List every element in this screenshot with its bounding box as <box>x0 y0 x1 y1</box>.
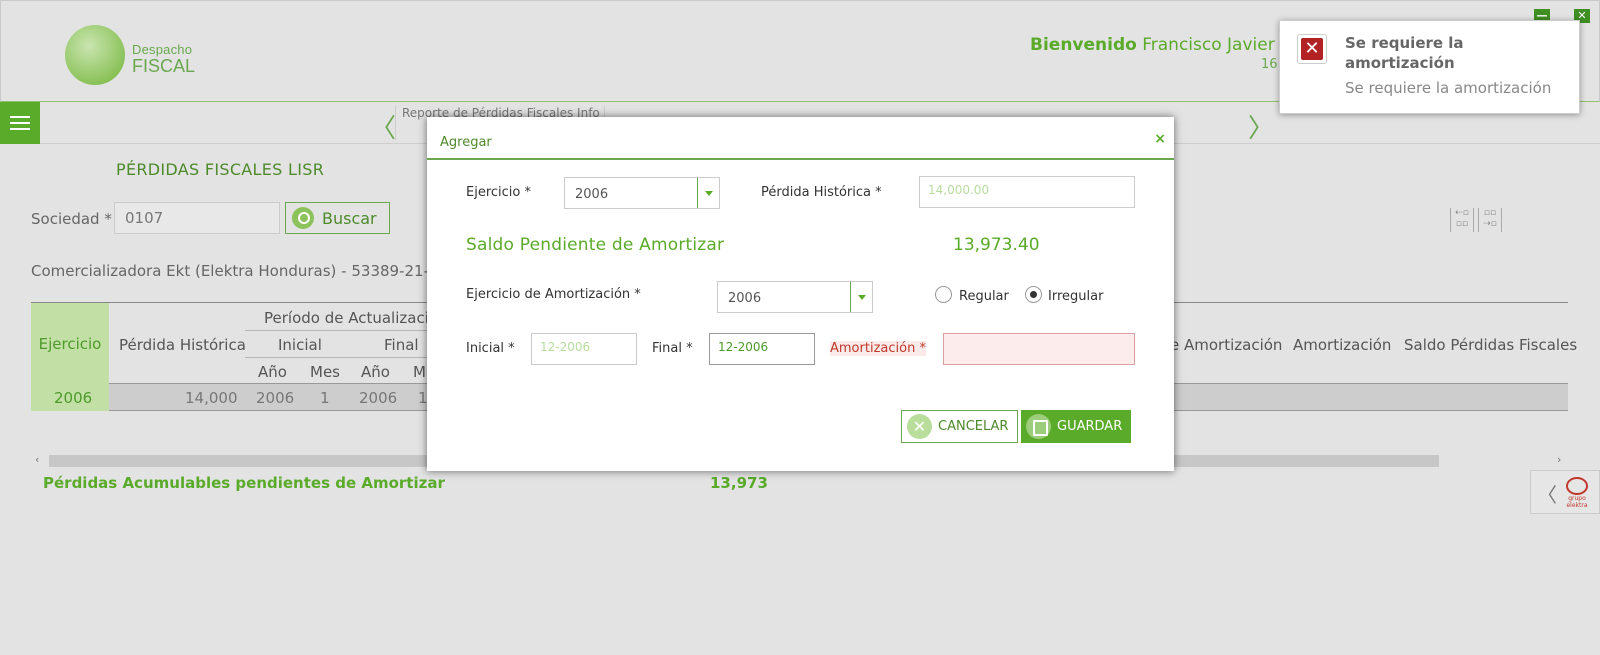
nav-prev-icon[interactable]: 〈 <box>370 108 396 145</box>
cancelar-label: CANCELAR <box>938 419 1009 434</box>
ejercicio-amortizacion-label: Ejercicio de Amortización * <box>466 287 641 302</box>
toast-title: Se requiere la amortización <box>1345 34 1464 72</box>
grupo-elektra-logo: grupo elektra <box>1563 477 1591 509</box>
ejercicio-amortizacion-value: 2006 <box>728 291 762 306</box>
page-title: PÉRDIDAS FISCALES LISR <box>116 160 325 179</box>
col-header-inicial: Inicial <box>278 336 322 354</box>
amortizacion-input[interactable] <box>943 333 1135 365</box>
column-toggle-group: ⇠▫ ▫▫ ▫▫ ⇢▫ <box>1450 208 1502 232</box>
ejercicio-select[interactable]: 2006 <box>564 177 720 209</box>
col-header-anio-fin: Año <box>361 363 390 381</box>
total-value: 13,973 <box>710 474 768 492</box>
saldo-pendiente-label: Saldo Pendiente de Amortizar <box>466 235 725 255</box>
cell-mes-ini: 1 <box>320 389 330 407</box>
chevron-down-icon <box>850 282 872 312</box>
scroll-right-icon[interactable]: › <box>1557 453 1561 466</box>
amortizacion-label: Amortización * <box>830 341 926 356</box>
cancelar-button[interactable]: ✕ CANCELAR <box>901 410 1018 443</box>
side-panel-tab[interactable]: 〈 grupo elektra <box>1530 470 1600 514</box>
cell-anio-fin: 2006 <box>359 389 398 407</box>
user-name: Francisco Javier A <box>1142 35 1292 55</box>
cell-perdida: 14,000 <box>185 389 238 407</box>
save-icon <box>1026 414 1051 439</box>
total-label: Pérdidas Acumulables pendientes de Amort… <box>43 474 445 492</box>
cell-ejercicio: 2006 <box>54 389 93 407</box>
irregular-label[interactable]: Irregular <box>1048 289 1103 304</box>
ejercicio-value: 2006 <box>575 187 609 202</box>
perdida-historica-label: Pérdida Histórica * <box>761 185 882 200</box>
logo-line2: FISCAL <box>132 56 196 76</box>
nav-next-icon[interactable]: 〉 <box>1248 108 1274 145</box>
sociedad-input[interactable]: 0107 <box>114 202 280 234</box>
chevron-down-icon <box>697 178 719 208</box>
cancel-icon: ✕ <box>907 414 932 439</box>
toast-message: Se requiere la amortización <box>1345 79 1552 97</box>
company-name: Comercializadora Ekt (Elektra Honduras) … <box>31 262 449 280</box>
agregar-dialog: Agregar × Ejercicio * 2006 Pérdida Histó… <box>427 117 1174 471</box>
hamburger-menu-icon[interactable] <box>0 102 40 144</box>
regular-radio[interactable] <box>935 286 952 303</box>
regular-label[interactable]: Regular <box>959 289 1009 304</box>
col-header-anio-ini: Año <box>258 363 287 381</box>
logo-text: Despacho FISCAL <box>132 41 195 75</box>
buscar-label: Buscar <box>322 208 377 228</box>
inicial-label: Inicial * <box>466 341 515 356</box>
guardar-label: GUARDAR <box>1057 419 1123 434</box>
error-icon: ✕ <box>1297 34 1327 64</box>
col-header-perdida[interactable]: Pérdida Histórica <box>119 336 246 354</box>
saldo-pendiente-value: 13,973.40 <box>953 235 1040 255</box>
col-header-ejercicio-amortizacion: e Amortización <box>1170 336 1283 354</box>
dialog-title: Agregar <box>440 135 492 150</box>
ejercicio-amortizacion-select[interactable]: 2006 <box>717 281 873 313</box>
header-divider <box>245 357 430 358</box>
col-header-final: Final <box>384 336 419 354</box>
date-text: 16 <box>1261 57 1278 72</box>
dialog-header: Agregar × <box>427 117 1174 160</box>
despacho-fiscal-logo <box>65 25 125 85</box>
col-header-saldo: Saldo Pérdidas Fiscales <box>1404 336 1578 354</box>
guardar-button[interactable]: GUARDAR <box>1021 410 1131 443</box>
ejercicio-label: Ejercicio * <box>466 185 531 200</box>
final-label: Final * <box>652 341 693 356</box>
collapse-columns-icon[interactable]: ⇠▫ ▫▫ <box>1450 208 1474 232</box>
header-divider <box>245 330 430 331</box>
perdida-historica-input[interactable]: 14,000.00 <box>919 176 1135 208</box>
error-toast[interactable]: ✕ Se requiere la amortización Se requier… <box>1279 20 1580 114</box>
cell-anio-ini: 2006 <box>256 389 295 407</box>
scroll-left-icon[interactable]: ‹ <box>35 453 39 466</box>
final-input[interactable]: 12-2006 <box>709 333 815 365</box>
inicial-input[interactable]: 12-2006 <box>531 333 637 365</box>
col-header-mes-ini: Mes <box>310 363 340 381</box>
expand-columns-icon[interactable]: ▫▫ ⇢▫ <box>1478 208 1502 232</box>
col-header-periodo: Período de Actualizació <box>264 309 439 327</box>
buscar-button[interactable]: Buscar <box>285 202 390 234</box>
close-icon[interactable]: × <box>1154 131 1166 147</box>
welcome-label: Bienvenido <box>1030 35 1137 55</box>
irregular-radio[interactable] <box>1025 286 1042 303</box>
chevron-left-icon: 〈 <box>1537 483 1557 507</box>
welcome-text: Bienvenido Francisco Javier A <box>1030 35 1292 55</box>
col-header-amortizacion: Amortización <box>1293 336 1392 354</box>
sociedad-label: Sociedad * <box>31 210 112 228</box>
search-icon <box>292 207 314 229</box>
